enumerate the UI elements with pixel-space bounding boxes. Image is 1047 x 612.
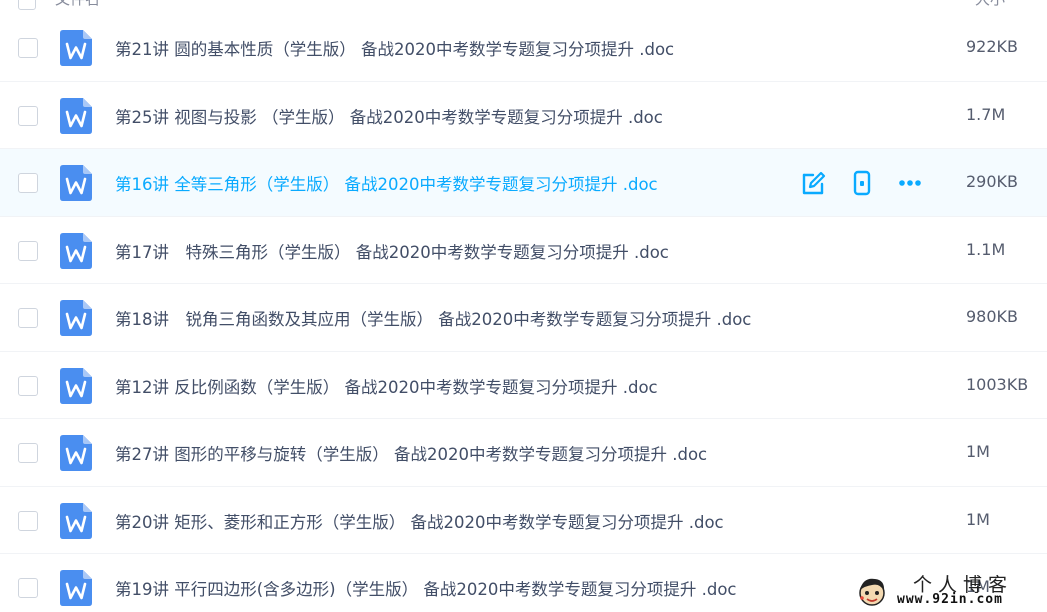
file-name-link[interactable]: 第25讲 视图与投影 （学生版） 备战2020中考数学专题复习分项提升 .doc — [115, 104, 663, 128]
file-name-link[interactable]: 第18讲 锐角三角函数及其应用（学生版） 备战2020中考数学专题复习分项提升 … — [115, 306, 751, 330]
file-size: 922KB — [966, 37, 1019, 56]
file-row[interactable]: 第27讲 图形的平移与旋转（学生版） 备战2020中考数学专题复习分项提升 .d… — [0, 419, 1047, 487]
word-doc-icon — [60, 435, 92, 471]
edit-icon — [800, 171, 828, 201]
file-size: 1M — [966, 442, 990, 461]
file-select-checkbox[interactable] — [18, 308, 38, 328]
file-name-link[interactable]: 第12讲 反比例函数（学生版） 备战2020中考数学专题复习分项提升 .doc — [115, 374, 658, 398]
file-row[interactable]: 第17讲 特殊三角形（学生版） 备战2020中考数学专题复习分项提升 .doc … — [0, 216, 1047, 284]
mobile-phone-icon — [848, 170, 876, 201]
file-list-page: 文件名 大小 第21讲 圆的基本性质（学生版） 备战2020中考数学专题复习分项… — [0, 0, 1047, 612]
file-row[interactable]: 第12讲 反比例函数（学生版） 备战2020中考数学专题复习分项提升 .doc … — [0, 351, 1047, 419]
file-select-checkbox[interactable] — [18, 240, 38, 261]
file-row[interactable]: 第16讲 全等三角形（学生版） 备战2020中考数学专题复习分项提升 .doc … — [0, 149, 1047, 217]
word-doc-icon — [60, 165, 92, 201]
file-name-link[interactable]: 第27讲 图形的平移与旋转（学生版） 备战2020中考数学专题复习分项提升 .d… — [115, 441, 707, 465]
file-name-link[interactable]: 第16讲 全等三角形（学生版） 备战2020中考数学专题复习分项提升 .doc — [115, 171, 658, 195]
file-select-checkbox[interactable] — [18, 105, 38, 126]
cartoon-face-logo-icon — [859, 578, 885, 606]
file-select-checkbox[interactable] — [18, 173, 38, 193]
file-row[interactable]: 第25讲 视图与投影 （学生版） 备战2020中考数学专题复习分项提升 .doc… — [0, 81, 1047, 149]
word-doc-icon — [60, 97, 92, 134]
word-doc-icon — [60, 367, 92, 404]
word-doc-icon — [60, 300, 92, 336]
file-size: 290KB — [966, 172, 1019, 191]
file-size: 1.7M — [966, 104, 1006, 124]
file-name-link[interactable]: 第19讲 平行四边形(含多边形)（学生版） 备战2020中考数学专题复习分项提升… — [115, 576, 736, 600]
file-select-checkbox[interactable] — [18, 443, 38, 463]
file-select-checkbox[interactable] — [18, 578, 38, 598]
file-select-checkbox[interactable] — [18, 38, 38, 58]
column-header-size[interactable]: 大小 — [975, 0, 1005, 9]
file-size: 1003KB — [966, 374, 1029, 394]
file-row[interactable]: 第20讲 矩形、菱形和正方形（学生版） 备战2020中考数学专题复习分项提升 .… — [0, 486, 1047, 554]
column-header-name[interactable]: 文件名 — [55, 0, 100, 9]
watermark-url: www.92in.com — [897, 592, 1003, 607]
word-doc-icon — [60, 30, 92, 66]
file-select-checkbox[interactable] — [18, 510, 38, 531]
more-actions-button[interactable] — [896, 169, 924, 197]
file-size: 1M — [966, 509, 990, 529]
file-size: 980KB — [966, 307, 1019, 326]
file-name-link[interactable]: 第20讲 矩形、菱形和正方形（学生版） 备战2020中考数学专题复习分项提升 .… — [115, 509, 724, 533]
edit-button[interactable] — [800, 169, 828, 197]
file-row[interactable]: 第21讲 圆的基本性质（学生版） 备战2020中考数学专题复习分项提升 .doc… — [0, 14, 1047, 82]
file-name-link[interactable]: 第17讲 特殊三角形（学生版） 备战2020中考数学专题复习分项提升 .doc — [115, 239, 669, 263]
file-name-link[interactable]: 第21讲 圆的基本性质（学生版） 备战2020中考数学专题复习分项提升 .doc — [115, 36, 674, 60]
word-doc-icon — [60, 570, 92, 606]
select-all-checkbox[interactable] — [18, 0, 36, 10]
site-watermark: 个人博客 www.92in.com — [855, 570, 1040, 608]
word-doc-icon — [60, 232, 92, 269]
file-row[interactable]: 第18讲 锐角三角函数及其应用（学生版） 备战2020中考数学专题复习分项提升 … — [0, 284, 1047, 352]
word-doc-icon — [60, 502, 92, 539]
file-size: 1.1M — [966, 239, 1006, 259]
file-select-checkbox[interactable] — [18, 375, 38, 396]
more-icon — [896, 180, 924, 201]
file-list: 第21讲 圆的基本性质（学生版） 备战2020中考数学专题复习分项提升 .doc… — [0, 14, 1047, 612]
send-to-phone-button[interactable] — [848, 169, 876, 197]
